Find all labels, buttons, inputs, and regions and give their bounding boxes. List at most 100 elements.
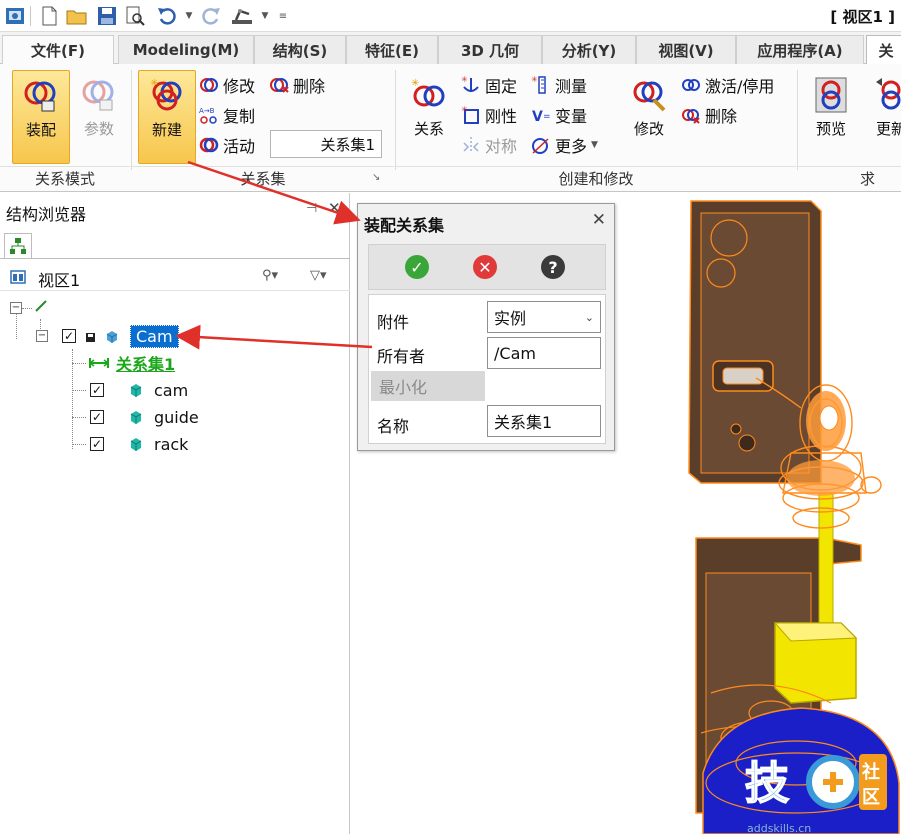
cam-center: [819, 405, 839, 431]
tab-relations[interactable]: 关: [866, 35, 901, 64]
structure-browser-panel: 结构浏览器 ⊣ ✕ 视区1 ⚲▾ ▽▾ − − ✓ Cam 关系集1 ✓ cam…: [0, 193, 350, 834]
tab-structure[interactable]: 结构(S): [254, 35, 346, 64]
cam-visibility-checkbox[interactable]: ✓: [62, 329, 76, 343]
tree-node-guide-part[interactable]: ✓ guide: [90, 405, 199, 429]
view-name: 视区1: [38, 271, 81, 290]
close-icon[interactable]: ✕: [592, 210, 606, 230]
relation-icon: ✳: [411, 78, 445, 107]
plate-hole-small-1: [738, 434, 756, 452]
tab-feature[interactable]: 特征(E): [346, 35, 438, 64]
print-preview-icon[interactable]: [124, 5, 146, 27]
fix-button[interactable]: ✳ 固定: [460, 72, 517, 98]
svg-text:=: =: [543, 112, 551, 122]
cam-assembly-label[interactable]: Cam: [130, 324, 179, 348]
tab-modeling[interactable]: Modeling(M): [118, 35, 254, 64]
view-selector-row[interactable]: 视区1 ⚲▾ ▽▾: [0, 263, 350, 291]
symmetry-button[interactable]: 对称: [460, 132, 517, 158]
menu-tabs: 文件(F) Modeling(M) 结构(S) 特征(E) 3D 几何 分析(Y…: [0, 32, 901, 64]
variable-button[interactable]: V = 变量: [530, 102, 587, 128]
assembly-icon: [106, 331, 118, 343]
active-relset-button[interactable]: 活动: [198, 132, 255, 158]
assembly-relset-dialog: 装配关系集 ✕ ✓ ✕ ? 附件 实例 ⌄ 所有者 /Cam 最小化 名称 关系…: [357, 203, 615, 451]
tab-view[interactable]: 视图(V): [636, 35, 736, 64]
group-label-solve: 求: [860, 170, 876, 188]
parameter-icon: [82, 80, 114, 111]
quick-access-toolbar: ▼ ▼ ≡ [ 视区1 ]: [0, 0, 901, 32]
filter-icon[interactable]: ▽▾: [310, 268, 327, 283]
rigid-button[interactable]: ✳ 刚性: [460, 102, 517, 128]
tab-file[interactable]: 文件(F): [2, 35, 114, 64]
owner-field[interactable]: /Cam: [487, 337, 601, 369]
new-file-icon[interactable]: [38, 5, 60, 27]
more-icon: [530, 134, 552, 156]
cancel-x-icon[interactable]: ✕: [473, 255, 497, 279]
group-label-relation-set: 关系集: [240, 170, 286, 188]
svg-text:A→B: A→B: [199, 107, 215, 115]
current-relset-field[interactable]: 关系集1: [270, 130, 382, 158]
undo-dropdown-icon[interactable]: ▼: [178, 5, 200, 27]
more-relations-button[interactable]: 更多 ▼: [530, 132, 598, 158]
svg-text:✳: ✳: [150, 78, 158, 89]
collapse-cam-toggle[interactable]: −: [36, 330, 48, 342]
tree-node-rack-part[interactable]: ✓ rack: [90, 432, 188, 456]
tree-node-relset[interactable]: 关系集1: [88, 351, 175, 375]
save-icon[interactable]: [96, 5, 118, 27]
cam-lower-body: [787, 460, 855, 496]
modify-relset-button[interactable]: 修改: [198, 72, 255, 98]
collapse-root-toggle[interactable]: −: [10, 302, 22, 314]
binoculars-icon[interactable]: ⚲▾: [262, 268, 278, 283]
update-button[interactable]: 更新: [862, 70, 901, 164]
owner-label: 所有者: [377, 347, 426, 366]
dialog-launcher-icon[interactable]: ↘: [372, 172, 380, 183]
delete-relation-button[interactable]: 删除: [680, 102, 737, 128]
modify-relation-button[interactable]: 修改: [620, 70, 678, 164]
tree-structure-icon: [10, 238, 26, 254]
app-window: ▼ ▼ ≡ [ 视区1 ] 文件(F) Modeling(M) 结构(S) 特征…: [0, 0, 901, 835]
attach-label: 附件: [377, 313, 410, 332]
preview-button[interactable]: 预览: [802, 70, 860, 164]
copy-relset-button[interactable]: A→B 复制: [198, 102, 255, 128]
relset-node-label: 关系集1: [116, 355, 176, 374]
confirm-check-icon[interactable]: ✓: [405, 255, 429, 279]
help-question-icon[interactable]: ?: [541, 255, 565, 279]
delete-icon: [268, 74, 290, 96]
watermark-site: addskills.cn: [747, 822, 812, 835]
tree-node-cam[interactable]: ✓ Cam: [62, 324, 179, 348]
assemble-mode-button[interactable]: 装配: [12, 70, 70, 164]
variable-icon: V =: [530, 104, 552, 126]
guide-part-checkbox[interactable]: ✓: [90, 410, 104, 424]
new-relset-button[interactable]: ✳ 新建: [138, 70, 196, 164]
parameter-mode-button[interactable]: 参数: [70, 70, 128, 164]
relation-button[interactable]: ✳ 关系: [400, 70, 458, 164]
attach-select[interactable]: 实例 ⌄: [487, 301, 601, 333]
cam-part-checkbox[interactable]: ✓: [90, 383, 104, 397]
tab-applications[interactable]: 应用程序(A): [736, 35, 864, 64]
rack-part-checkbox[interactable]: ✓: [90, 437, 104, 451]
robot-arm-icon[interactable]: [230, 5, 252, 27]
svg-text:社: 社: [862, 761, 880, 783]
tab-analysis[interactable]: 分析(Y): [542, 35, 636, 64]
delete-relset-button[interactable]: 删除: [268, 72, 325, 98]
structure-tree-tab[interactable]: [4, 233, 32, 259]
app-icon[interactable]: [4, 5, 26, 27]
part-cube-icon: [130, 438, 142, 451]
redo-icon[interactable]: [200, 5, 222, 27]
chevron-down-icon: ⌄: [584, 310, 594, 324]
name-label: 名称: [377, 417, 410, 436]
svg-text:V: V: [532, 109, 543, 125]
svg-text:✳: ✳: [461, 105, 468, 114]
close-icon[interactable]: ✕: [328, 199, 341, 217]
modify-relation-icon: [633, 81, 666, 112]
name-field[interactable]: 关系集1: [487, 405, 601, 437]
copy-icon: A→B: [198, 104, 220, 126]
pin-icon[interactable]: ⊣: [306, 201, 317, 216]
minimize-button[interactable]: 最小化: [371, 371, 485, 401]
measure-button[interactable]: ✳ 测量: [530, 72, 587, 98]
open-folder-icon[interactable]: [66, 5, 88, 27]
customize-icon[interactable]: ≡: [272, 5, 294, 27]
tree-node-cam-part[interactable]: ✓ cam: [90, 378, 188, 402]
activate-deactivate-button[interactable]: 激活/停用: [680, 72, 774, 98]
tab-3d-geometry[interactable]: 3D 几何: [438, 35, 542, 64]
undo-icon[interactable]: [156, 5, 178, 27]
window-title: [ 视区1 ]: [830, 8, 895, 26]
